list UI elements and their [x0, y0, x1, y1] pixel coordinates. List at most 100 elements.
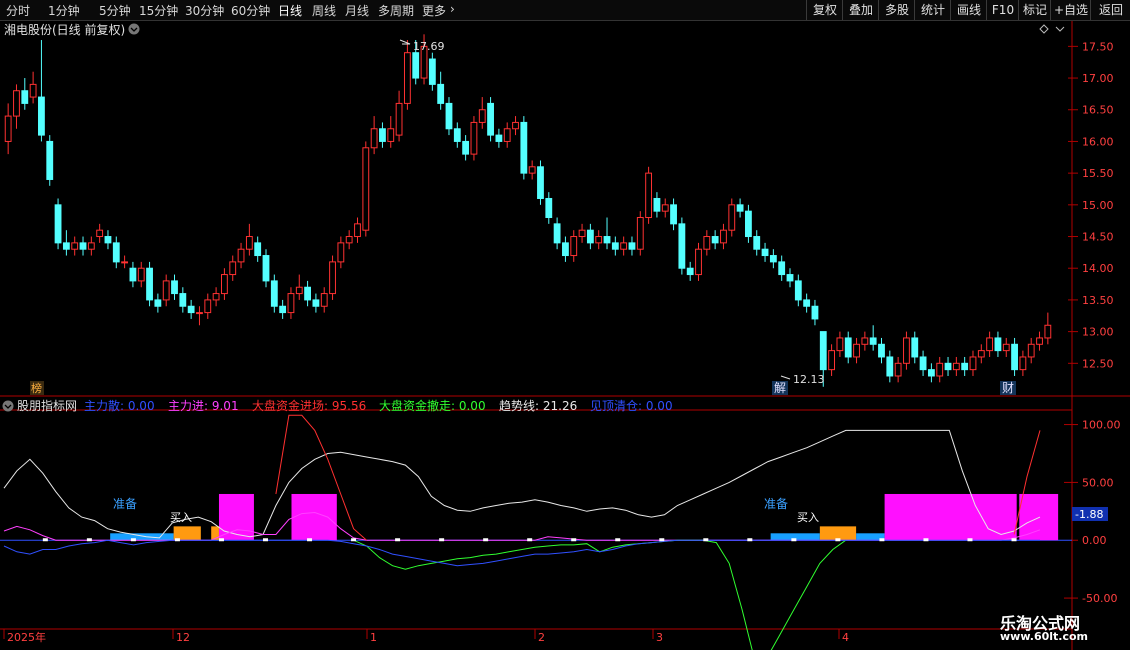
- fuquan-button[interactable]: 复权: [806, 0, 843, 20]
- indicator-line: [3, 539, 1040, 567]
- candle-body: [670, 204, 677, 225]
- candle-body: [54, 204, 62, 244]
- candle-body: [861, 337, 869, 345]
- candle-body: [387, 128, 395, 142]
- candle-body: [162, 280, 170, 301]
- date-label: 2: [538, 631, 545, 644]
- price-tick-label: 13.50: [1082, 294, 1114, 307]
- overlay-button[interactable]: 叠加: [842, 0, 879, 20]
- candle-body: [578, 229, 586, 238]
- candle-body: [445, 102, 453, 130]
- candle-body: [720, 229, 727, 244]
- indicator-tick-label: -50.00: [1082, 592, 1117, 605]
- candle-body: [661, 204, 669, 212]
- date-label: 3: [656, 631, 663, 644]
- tab-60min[interactable]: 60分钟: [231, 2, 270, 19]
- watermark-url: www.60lt.com: [1000, 630, 1089, 643]
- candle-body: [919, 356, 927, 371]
- tab-daily[interactable]: 日线: [278, 2, 302, 19]
- zero-dot: [130, 538, 136, 542]
- svg-text:榜: 榜: [31, 381, 42, 395]
- candle-body: [187, 305, 195, 314]
- candle-body: [977, 350, 985, 358]
- candle-body: [537, 166, 544, 199]
- candle-body: [87, 242, 95, 250]
- tab-monthly[interactable]: 月线: [345, 2, 369, 19]
- zero-dot: [835, 538, 841, 542]
- zero-dot: [791, 538, 797, 542]
- diamond-icon[interactable]: [1039, 24, 1049, 34]
- indicator-tick-label: 50.00: [1082, 476, 1114, 489]
- candle-body: [570, 236, 578, 257]
- candle-body: [703, 236, 711, 250]
- price-tick-label: 16.50: [1082, 104, 1114, 117]
- tab-timeshare[interactable]: 分时: [6, 2, 30, 19]
- candle-body: [695, 248, 702, 276]
- zero-dot: [395, 538, 401, 542]
- candle-body: [686, 267, 694, 276]
- buy-label-1: 买入: [170, 511, 192, 524]
- candle-body: [520, 121, 528, 174]
- candle-body: [379, 128, 386, 142]
- tag-bang[interactable]: 榜: [30, 381, 44, 395]
- candle-body: [936, 362, 944, 377]
- price-tick-label: 14.00: [1082, 262, 1114, 275]
- candle-body: [428, 58, 436, 85]
- chart-canvas[interactable]: 湘电股份(日线 前复权) 17.5017.0016.5016.0015.5015…: [0, 21, 1130, 650]
- mark-button[interactable]: 标记: [1018, 0, 1051, 20]
- candle-body: [636, 217, 644, 250]
- tab-multi-period[interactable]: 多周期: [378, 2, 414, 19]
- candle-body: [952, 362, 960, 371]
- candle-body: [819, 331, 827, 371]
- candle-body: [29, 83, 37, 98]
- candlestick-series: [4, 34, 1052, 387]
- svg-text:财: 财: [1002, 381, 1014, 395]
- chevron-right-icon[interactable]: ›: [450, 2, 455, 16]
- indicator-item: 大盘资金进场: 95.56: [252, 398, 366, 413]
- tab-15min[interactable]: 15分钟: [139, 2, 178, 19]
- price-tick-label: 16.00: [1082, 135, 1114, 148]
- price-tick-label: 12.50: [1082, 357, 1114, 370]
- prepare-label-1: 准备: [113, 497, 137, 511]
- chevron-down-icon[interactable]: [2, 400, 14, 412]
- candle-body: [362, 147, 370, 231]
- stats-button[interactable]: 统计: [914, 0, 951, 20]
- indicator-line: [353, 539, 847, 650]
- tab-1min[interactable]: 1分钟: [48, 2, 80, 19]
- svg-text:解: 解: [774, 381, 786, 395]
- candle-body: [453, 128, 461, 142]
- tab-5min[interactable]: 5分钟: [99, 2, 131, 19]
- indicator-item: 主力散: 0.00: [84, 398, 155, 413]
- chevron-down-icon[interactable]: [128, 23, 140, 35]
- candle-body: [994, 337, 1002, 352]
- tab-30min[interactable]: 30分钟: [185, 2, 224, 19]
- candle-body: [337, 242, 345, 263]
- tag-jie[interactable]: 解: [772, 381, 788, 395]
- draw-line-button[interactable]: 画线: [950, 0, 987, 20]
- tab-more[interactable]: 更多: [422, 2, 446, 19]
- candle-body: [553, 223, 561, 244]
- tab-weekly[interactable]: 周线: [312, 2, 336, 19]
- candle-body: [894, 362, 902, 377]
- indicator-tick-label: 100.00: [1082, 419, 1121, 432]
- candle-body: [229, 261, 237, 276]
- date-label: 4: [842, 631, 849, 644]
- candle-body: [628, 242, 636, 250]
- multi-stock-button[interactable]: 多股: [878, 0, 915, 20]
- price-tick-label: 15.50: [1082, 167, 1114, 180]
- candle-body: [96, 229, 104, 238]
- zero-dot: [615, 538, 621, 542]
- zero-dot: [703, 538, 709, 542]
- tag-cai[interactable]: 财: [1000, 381, 1016, 395]
- price-tick-label: 15.00: [1082, 199, 1114, 212]
- f10-button[interactable]: F10: [986, 0, 1019, 20]
- candle-body: [844, 337, 852, 358]
- back-button[interactable]: 返回: [1090, 0, 1130, 20]
- buy-bar: [819, 526, 857, 541]
- collapse-icon[interactable]: [1055, 26, 1065, 32]
- candle-body: [121, 261, 129, 264]
- candle-body: [279, 305, 287, 314]
- candle-body: [1002, 343, 1010, 352]
- add-watchlist-button[interactable]: +自选: [1050, 0, 1091, 20]
- indicator-item: 大盘资金撤走: 0.00: [379, 398, 486, 413]
